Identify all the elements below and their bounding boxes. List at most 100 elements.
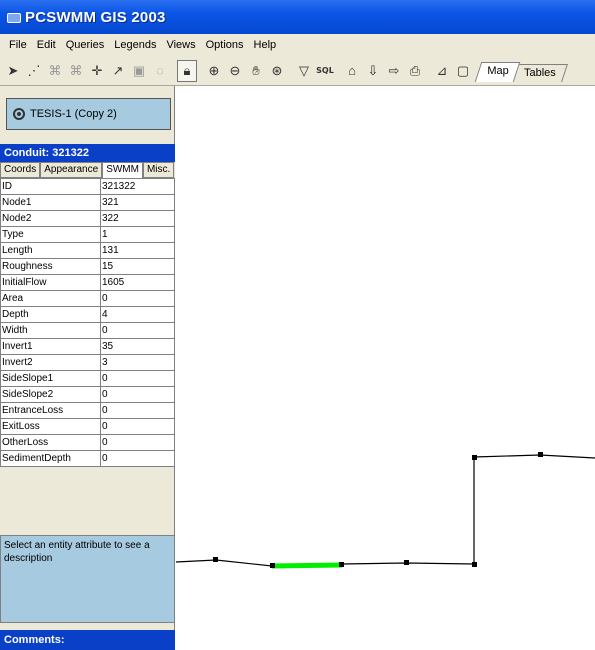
node-marker[interactable] (538, 452, 543, 457)
table-row[interactable]: OtherLoss 0 (0, 434, 175, 451)
crosshair-tool-icon[interactable]: ✛ (87, 60, 107, 82)
property-key: ID (0, 178, 101, 195)
print-icon[interactable]: ⎙ (405, 60, 425, 82)
property-value[interactable]: 1 (100, 226, 175, 243)
property-key: Depth (0, 306, 101, 323)
property-key: InitialFlow (0, 274, 101, 291)
menu-help[interactable]: Help (249, 39, 282, 51)
property-key: Roughness (0, 258, 101, 275)
property-value[interactable]: 322 (100, 210, 175, 227)
table-row[interactable]: ID 321322 (0, 178, 175, 195)
menu-legends[interactable]: Legends (109, 39, 161, 51)
pan-hand-icon[interactable]: ✋︎ (246, 60, 266, 82)
add-node-tool-icon[interactable]: ⌘ (66, 60, 86, 82)
select-vertex-tool-icon[interactable]: ⋰ (24, 60, 44, 82)
table-row[interactable]: Roughness 15 (0, 258, 175, 275)
property-value[interactable]: 15 (100, 258, 175, 275)
view-tabs: Map Tables (474, 60, 569, 82)
zoom-in-icon[interactable]: ⊕ (204, 60, 224, 82)
property-value[interactable]: 0 (100, 322, 175, 339)
lasso-tool-icon[interactable]: ◌ (150, 60, 170, 82)
property-value[interactable]: 0 (100, 450, 175, 467)
menu-queries[interactable]: Queries (61, 39, 110, 51)
table-row[interactable]: Node2 322 (0, 210, 175, 227)
home-layer-icon[interactable]: ⌂ (342, 60, 362, 82)
table-row[interactable]: ExitLoss 0 (0, 418, 175, 435)
zoom-out-icon[interactable]: ⊖ (225, 60, 245, 82)
menu-views[interactable]: Views (161, 39, 200, 51)
property-value[interactable]: 3 (100, 354, 175, 371)
property-value[interactable]: 321 (100, 194, 175, 211)
table-row[interactable]: Length 131 (0, 242, 175, 259)
property-value[interactable]: 0 (100, 370, 175, 387)
layer-down-icon[interactable]: ⇩ (363, 60, 383, 82)
property-value[interactable]: 4 (100, 306, 175, 323)
table-row[interactable]: Type 1 (0, 226, 175, 243)
lock-icon[interactable]: 🔒︎ (177, 59, 197, 82)
tab-coords[interactable]: Coords (0, 162, 41, 178)
menu-file[interactable]: File (4, 39, 32, 51)
tab-appearance[interactable]: Appearance (40, 162, 103, 178)
property-key: SideSlope1 (0, 370, 101, 387)
property-value[interactable]: 321322 (100, 178, 175, 195)
profile-plot-icon[interactable]: ⊿ (432, 60, 452, 82)
description-box: Select an entity attribute to see a desc… (0, 535, 175, 623)
property-value[interactable]: 0 (100, 434, 175, 451)
draw-conduit-tool-icon[interactable]: ↗ (108, 60, 128, 82)
pointer-tool-icon[interactable]: ➤ (3, 60, 23, 82)
tab-misc[interactable]: Misc. (142, 162, 175, 178)
property-value[interactable]: 35 (100, 338, 175, 355)
property-key: SideSlope2 (0, 386, 101, 403)
sql-query-button[interactable]: SQL (315, 60, 335, 82)
arrow-right-icon[interactable]: ⇨ (384, 60, 404, 82)
table-row[interactable]: Area 0 (0, 290, 175, 307)
table-row[interactable]: SideSlope1 0 (0, 370, 175, 387)
select-box-tool-icon[interactable]: ▣ (129, 60, 149, 82)
property-value[interactable]: 131 (100, 242, 175, 259)
window-title: PCSWMM GIS 2003 (25, 8, 166, 26)
network-map[interactable] (175, 86, 595, 650)
menu-options[interactable]: Options (201, 39, 249, 51)
tab-swmm[interactable]: SWMM (102, 162, 143, 178)
property-key: Width (0, 322, 101, 339)
property-key: OtherLoss (0, 434, 101, 451)
map-canvas[interactable] (175, 86, 595, 650)
property-value[interactable]: 0 (100, 386, 175, 403)
conduit-tabs: Coords Appearance SWMM Misc. (0, 162, 175, 178)
property-key: EntranceLoss (0, 402, 101, 419)
table-row[interactable]: Node1 321 (0, 194, 175, 211)
tab-tables[interactable]: Tables (512, 63, 569, 82)
conduit-network-line[interactable] (175, 454, 595, 567)
conduit-header: Conduit: 321322 (0, 144, 175, 162)
project-name: TESIS-1 (Copy 2) (30, 108, 117, 120)
property-value[interactable]: 0 (100, 290, 175, 307)
graph-window-icon[interactable]: ▢ (453, 60, 473, 82)
table-row[interactable]: Depth 4 (0, 306, 175, 323)
table-row[interactable]: Width 0 (0, 322, 175, 339)
node-marker[interactable] (472, 455, 477, 460)
edit-node-tool-icon[interactable]: ⌘ (45, 60, 65, 82)
query-filter-icon[interactable]: ▽ (294, 60, 314, 82)
property-value[interactable]: 1605 (100, 274, 175, 291)
table-row[interactable]: SedimentDepth 0 (0, 450, 175, 467)
node-marker[interactable] (270, 563, 275, 568)
property-value[interactable]: 0 (100, 402, 175, 419)
table-row[interactable]: InitialFlow 1605 (0, 274, 175, 291)
property-key: Node2 (0, 210, 101, 227)
node-marker[interactable] (472, 562, 477, 567)
menu-edit[interactable]: Edit (32, 39, 61, 51)
node-marker[interactable] (213, 557, 218, 562)
table-row[interactable]: EntranceLoss 0 (0, 402, 175, 419)
table-row[interactable]: SideSlope2 0 (0, 386, 175, 403)
project-selector[interactable]: TESIS-1 (Copy 2) (6, 98, 171, 130)
tab-map[interactable]: Map (474, 61, 521, 82)
sql-label: SQL (316, 66, 334, 75)
zoom-extents-icon[interactable]: ⊛ (267, 60, 287, 82)
selected-conduit[interactable] (271, 562, 343, 569)
property-key: Invert2 (0, 354, 101, 371)
node-marker[interactable] (339, 562, 344, 567)
property-value[interactable]: 0 (100, 418, 175, 435)
node-marker[interactable] (404, 560, 409, 565)
table-row[interactable]: Invert1 35 (0, 338, 175, 355)
table-row[interactable]: Invert2 3 (0, 354, 175, 371)
